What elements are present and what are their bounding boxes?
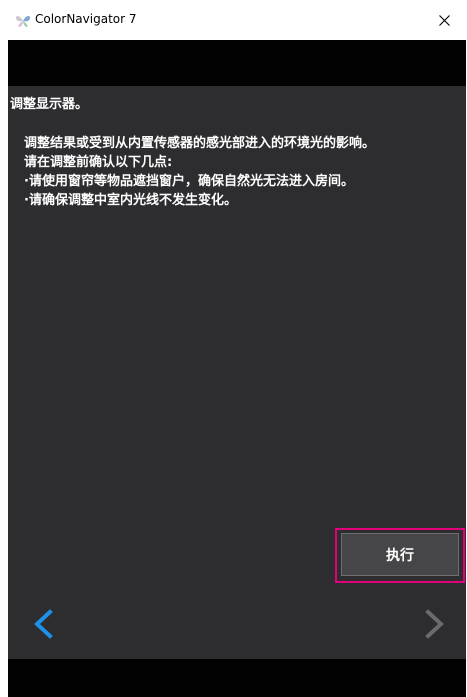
message-line: 请在调整前确认以下几点: — [24, 155, 173, 170]
message-line: 调整结果或受到从内置传感器的感光部进入的环境光的影响。 — [24, 136, 376, 151]
content-panel: 调整显示器。 调整结果或受到从内置传感器的感光部进入的环境光的影响。 请在调整前… — [8, 86, 466, 587]
title-bar: ColorNavigator 7 — [0, 0, 467, 40]
instruction-message: 调整结果或受到从内置传感器的感光部进入的环境光的影响。 请在调整前确认以下几点:… — [24, 134, 464, 210]
next-button[interactable] — [414, 604, 454, 644]
message-line: ·请使用窗帘等物品遮挡窗户，确保自然光无法进入房间。 — [24, 174, 354, 189]
chevron-left-icon — [24, 609, 64, 648]
execute-button[interactable]: 执行 — [341, 533, 459, 576]
close-button[interactable] — [421, 0, 467, 40]
header-band — [8, 40, 466, 86]
colornavigator-butterfly-icon — [15, 13, 31, 27]
page-heading: 调整显示器。 — [10, 97, 89, 112]
previous-button[interactable] — [24, 604, 64, 644]
colornavigator-window: ColorNavigator 7 调整显示器。 调整结果或受到从内置传感器的感光… — [0, 0, 467, 697]
message-line: ·请确保调整中室内光线不发生变化。 — [24, 193, 237, 208]
navigation-bar — [8, 587, 466, 659]
footer-band — [8, 659, 466, 697]
close-icon — [438, 14, 450, 26]
window-title: ColorNavigator 7 — [35, 12, 137, 26]
chevron-right-icon — [414, 609, 454, 648]
